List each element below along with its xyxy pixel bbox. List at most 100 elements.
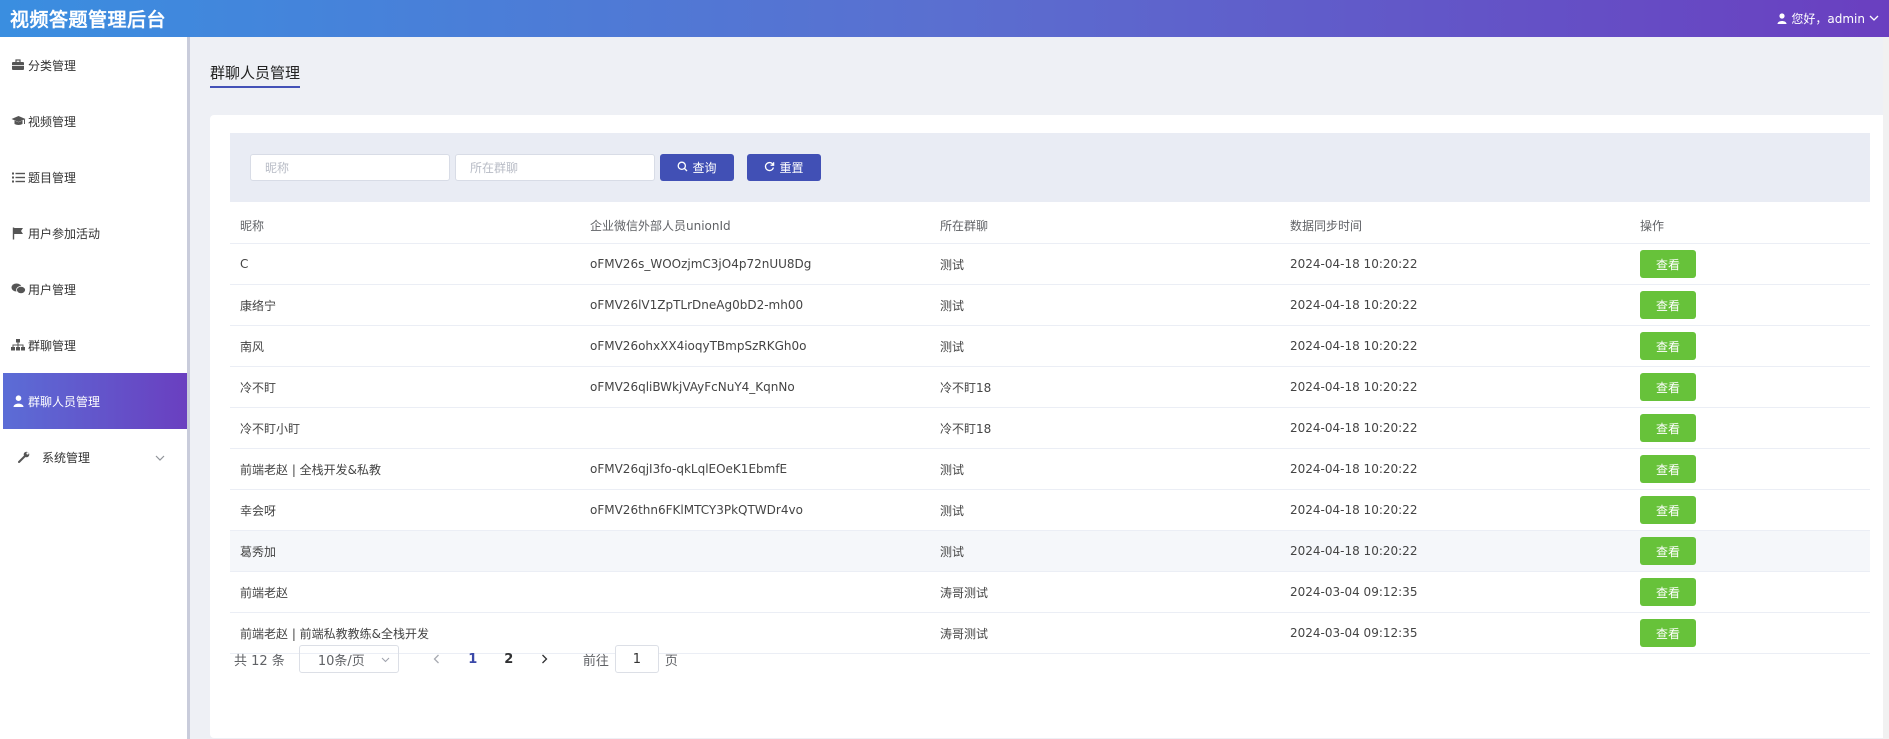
view-button[interactable]: 查看 bbox=[1640, 578, 1696, 606]
user-icon bbox=[10, 393, 26, 409]
view-button[interactable]: 查看 bbox=[1640, 373, 1696, 401]
chevron-down-icon bbox=[381, 652, 390, 667]
nickname-cell: 冷不盯 bbox=[240, 380, 277, 395]
unionid-cell: oFMV26ohxXX4ioqyTBmpSzRKGh0o bbox=[590, 339, 807, 353]
sync-time-cell: 2024-04-18 10:20:22 bbox=[1290, 257, 1418, 271]
search-button[interactable]: 查询 bbox=[660, 154, 734, 181]
view-button[interactable]: 查看 bbox=[1640, 250, 1696, 278]
sidebar-item-label: 用户管理 bbox=[28, 282, 77, 297]
unionid-cell: oFMV26thn6FKlMTCY3PkQTWDr4vo bbox=[590, 503, 803, 517]
unionid-cell: oFMV26qliBWkjVAyFcNuY4_KqnNo bbox=[590, 380, 795, 394]
sidebar-item-video[interactable]: 视频管理 bbox=[0, 93, 187, 149]
sidebar-item-label: 用户参加活动 bbox=[28, 226, 101, 241]
wrench-icon bbox=[16, 449, 32, 465]
sidebar-item-group-members[interactable]: 群聊人员管理 bbox=[3, 373, 187, 429]
column-header-nickname: 昵称 bbox=[240, 219, 265, 233]
sync-time-cell: 2024-04-18 10:20:22 bbox=[1290, 503, 1418, 517]
group-cell: 涛哥测试 bbox=[940, 585, 989, 600]
chevron-right-icon bbox=[542, 654, 548, 664]
view-button[interactable]: 查看 bbox=[1640, 414, 1696, 442]
action-cell: 查看 bbox=[1630, 496, 1870, 524]
table-row: 冷不盯小盯 冷不盯18 2024-04-18 10:20:22 查看 bbox=[230, 408, 1870, 449]
pagination: 共 12 条 10条/页 1 2 前往 页 bbox=[234, 645, 678, 673]
sync-time-cell: 2024-03-04 09:12:35 bbox=[1290, 626, 1418, 640]
action-cell: 查看 bbox=[1630, 250, 1870, 278]
sidebar-item-group-chat[interactable]: 群聊管理 bbox=[0, 317, 187, 373]
action-cell: 查看 bbox=[1630, 578, 1870, 606]
view-button[interactable]: 查看 bbox=[1640, 455, 1696, 483]
sync-time-cell: 2024-04-18 10:20:22 bbox=[1290, 544, 1418, 558]
group-cell: 测试 bbox=[940, 257, 965, 272]
sidebar-item-category[interactable]: 分类管理 bbox=[0, 37, 187, 93]
page-number-1[interactable]: 1 bbox=[455, 652, 491, 667]
view-button[interactable]: 查看 bbox=[1640, 332, 1696, 360]
next-page-button[interactable] bbox=[527, 654, 563, 664]
nickname-cell: 前端老赵 | 前端私教教练&全栈开发 bbox=[240, 626, 430, 641]
graduation-cap-icon bbox=[10, 113, 26, 129]
user-icon bbox=[1777, 13, 1787, 24]
action-cell: 查看 bbox=[1630, 332, 1870, 360]
prev-page-button[interactable] bbox=[419, 654, 455, 664]
group-input[interactable] bbox=[455, 154, 655, 181]
table-header: 昵称 企业微信外部人员unionId 所在群聊 数据同步时间 操作 bbox=[230, 208, 1870, 244]
sync-time-cell: 2024-04-18 10:20:22 bbox=[1290, 421, 1418, 435]
briefcase-icon bbox=[10, 57, 26, 73]
search-button-label: 查询 bbox=[692, 161, 717, 175]
page-number-2[interactable]: 2 bbox=[491, 652, 527, 667]
members-table: 昵称 企业微信外部人员unionId 所在群聊 数据同步时间 操作 CoFMV2… bbox=[230, 208, 1870, 654]
nickname-input[interactable] bbox=[250, 154, 450, 181]
sidebar-item-label: 群聊人员管理 bbox=[28, 394, 101, 409]
nickname-cell: 南风 bbox=[240, 339, 265, 354]
pagination-total: 共 12 条 bbox=[234, 653, 285, 669]
sync-time-cell: 2024-04-18 10:20:22 bbox=[1290, 462, 1418, 476]
flag-icon bbox=[10, 225, 26, 241]
unionid-cell: oFMV26qjI3fo-qkLqlEOeK1EbmfE bbox=[590, 462, 788, 476]
sync-time-cell: 2024-04-18 10:20:22 bbox=[1290, 380, 1418, 394]
view-button[interactable]: 查看 bbox=[1640, 496, 1696, 524]
group-cell: 测试 bbox=[940, 298, 965, 313]
view-button[interactable]: 查看 bbox=[1640, 537, 1696, 565]
user-menu[interactable]: 您好，admin bbox=[1777, 10, 1879, 27]
nickname-cell: 前端老赵 | 全栈开发&私教 bbox=[240, 462, 382, 477]
action-cell: 查看 bbox=[1630, 455, 1870, 483]
column-header-group: 所在群聊 bbox=[940, 219, 989, 233]
action-cell: 查看 bbox=[1630, 537, 1870, 565]
table-row: 幸会呀 oFMV26thn6FKlMTCY3PkQTWDr4vo 测试 2024-04… bbox=[230, 490, 1870, 531]
table-row: 冷不盯 oFMV26qliBWkjVAyFcNuY4_KqnNo 冷不盯18 2024… bbox=[230, 367, 1870, 408]
column-header-sync-time: 数据同步时间 bbox=[1290, 219, 1363, 233]
user-greeting: 您好，admin bbox=[1791, 12, 1865, 26]
column-header-action: 操作 bbox=[1640, 219, 1665, 233]
sidebar-item-label: 视频管理 bbox=[28, 114, 77, 129]
content-card: 查询 重置 昵称 企业微信外部人员unionId 所在群聊 数据同步时间 操作 … bbox=[210, 115, 1889, 738]
action-cell: 查看 bbox=[1630, 373, 1870, 401]
view-button[interactable]: 查看 bbox=[1640, 291, 1696, 319]
reset-button[interactable]: 重置 bbox=[747, 154, 821, 181]
table-row: 葛秀加 测试 2024-04-18 10:20:22 查看 bbox=[230, 531, 1870, 572]
sidebar-item-label: 系统管理 bbox=[42, 450, 91, 465]
sidebar-item-label: 群聊管理 bbox=[28, 338, 77, 353]
table-row: CoFMV26s_WOOzjmC3jO4p72nUU8Dg 测试 2024-04-1… bbox=[230, 244, 1870, 285]
group-cell: 测试 bbox=[940, 339, 965, 354]
sidebar-item-users[interactable]: 用户管理 bbox=[0, 261, 187, 317]
top-header: 视频答题管理后台 您好，admin bbox=[0, 0, 1889, 37]
filter-bar: 查询 重置 bbox=[230, 133, 1870, 202]
sync-time-cell: 2024-04-18 10:20:22 bbox=[1290, 339, 1418, 353]
nickname-cell: C bbox=[240, 257, 249, 271]
unionid-cell: oFMV26lV1ZpTLrDneAg0bD2-mh00 bbox=[590, 298, 804, 312]
group-cell: 涛哥测试 bbox=[940, 626, 989, 641]
chevron-left-icon bbox=[433, 654, 440, 664]
sidebar-item-system[interactable]: 系统管理 bbox=[0, 429, 187, 485]
group-cell: 测试 bbox=[940, 462, 965, 477]
sidebar: 分类管理 视频管理 题目管理 用户参加活动 用户管理 群聊管理 群聊人员管理 系… bbox=[0, 37, 190, 739]
page-size-select[interactable]: 10条/页 bbox=[298, 645, 399, 673]
sidebar-item-questions[interactable]: 题目管理 bbox=[0, 149, 187, 205]
list-icon bbox=[10, 169, 26, 185]
sidebar-item-user-activity[interactable]: 用户参加活动 bbox=[0, 205, 187, 261]
scrollbar[interactable] bbox=[1883, 37, 1889, 739]
nickname-cell: 葛秀加 bbox=[240, 544, 277, 559]
table-body: CoFMV26s_WOOzjmC3jO4p72nUU8Dg 测试 2024-04-1… bbox=[230, 244, 1870, 654]
goto-label: 前往 bbox=[582, 653, 609, 669]
view-button[interactable]: 查看 bbox=[1640, 619, 1696, 647]
refresh-icon bbox=[764, 161, 775, 175]
goto-page-input[interactable] bbox=[614, 645, 659, 673]
